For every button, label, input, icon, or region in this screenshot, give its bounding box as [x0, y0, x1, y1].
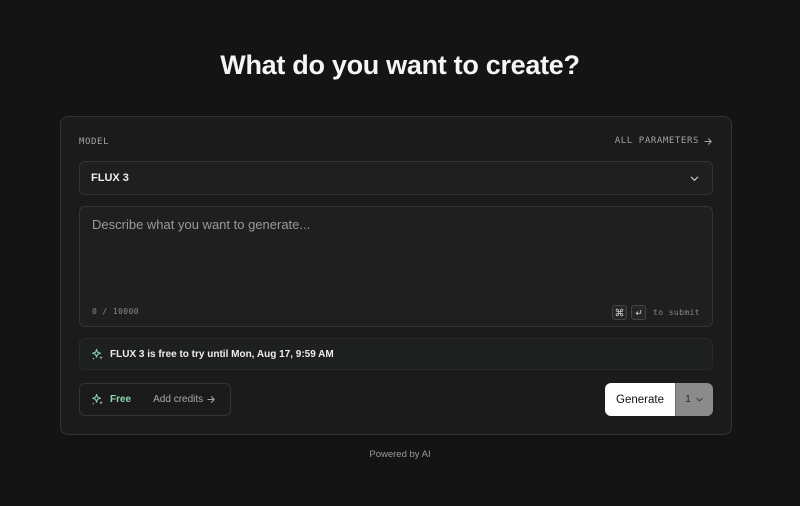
command-key-icon: [612, 305, 628, 320]
prompt-input[interactable]: [92, 217, 692, 287]
create-form-card: MODEL ALL PARAMETERS FLUX 3 0 / 10000: [60, 116, 732, 435]
submit-hint-text: to submit: [653, 308, 700, 317]
submit-shortcut-hint: to submit: [612, 305, 700, 320]
generate-controls: Generate 1: [605, 383, 713, 416]
add-credits-link[interactable]: Add credits: [153, 394, 216, 405]
credits-panel: Free Add credits: [79, 383, 231, 416]
all-parameters-label: ALL PARAMETERS: [614, 136, 699, 146]
arrow-right-icon: [207, 396, 215, 403]
prompt-box: 0 / 10000 to submit: [79, 206, 713, 327]
powered-by-footer: Powered by AI: [369, 449, 431, 460]
character-count: 0 / 10000: [92, 307, 139, 316]
image-count-value: 1: [685, 394, 691, 405]
chevron-down-icon: [690, 176, 699, 181]
plan-badge: Free: [91, 393, 131, 406]
all-parameters-link[interactable]: ALL PARAMETERS: [615, 136, 713, 146]
free-trial-notice-text: FLUX 3 is free to try until Mon, Aug 17,…: [110, 348, 334, 360]
chevron-down-icon: [696, 397, 703, 402]
page: What do you want to create? MODEL ALL PA…: [0, 0, 800, 506]
generate-button[interactable]: Generate: [605, 383, 675, 416]
sparkle-icon: [92, 393, 103, 405]
model-select[interactable]: FLUX 3: [79, 161, 713, 195]
sparkle-icon: [92, 348, 103, 360]
model-label: MODEL: [79, 137, 110, 147]
free-trial-notice: FLUX 3 is free to try until Mon, Aug 17,…: [79, 338, 713, 370]
enter-key-icon: [631, 305, 647, 320]
add-credits-label: Add credits: [153, 394, 204, 405]
arrow-right-icon: [704, 137, 712, 145]
plan-label: Free: [110, 394, 132, 405]
page-title: What do you want to create?: [220, 50, 580, 80]
image-count-select[interactable]: 1: [675, 383, 713, 416]
model-select-value: FLUX 3: [91, 172, 129, 184]
